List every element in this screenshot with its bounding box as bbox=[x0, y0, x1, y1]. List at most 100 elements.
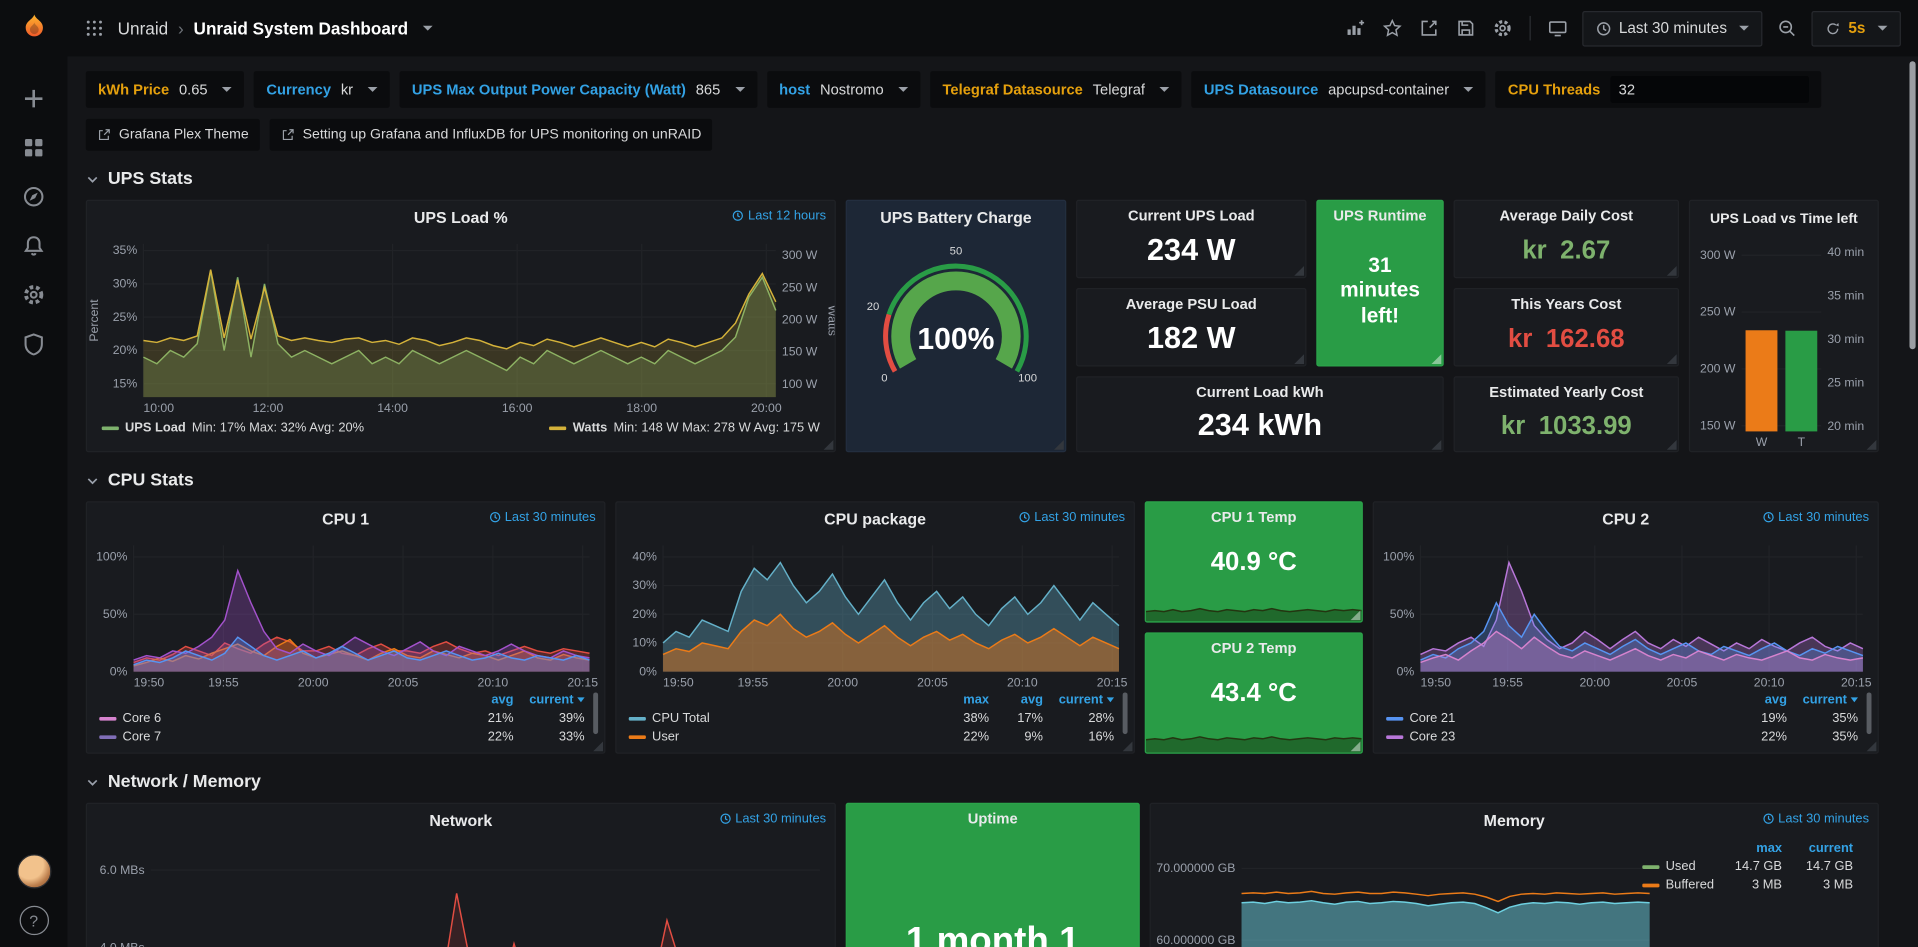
panel-cpu-package: CPU package Last 30 minutes 40%30%20%10%… bbox=[615, 501, 1135, 753]
panel-title[interactable]: UPS Battery Charge bbox=[880, 208, 1031, 226]
svg-text:19:55: 19:55 bbox=[738, 675, 769, 689]
panel-title[interactable]: Network bbox=[429, 811, 492, 829]
add-panel-icon[interactable] bbox=[1343, 16, 1368, 41]
save-icon[interactable] bbox=[1453, 16, 1478, 41]
refresh-picker[interactable]: 5s bbox=[1812, 10, 1901, 46]
legend-scrollbar[interactable] bbox=[1123, 692, 1128, 734]
legend-col-sorted[interactable]: current bbox=[1043, 692, 1114, 707]
legend-col[interactable]: current bbox=[1782, 841, 1853, 856]
user-avatar[interactable] bbox=[17, 854, 51, 888]
legend-series[interactable]: Core 6 bbox=[99, 711, 452, 726]
legend-series[interactable]: Used bbox=[1642, 859, 1720, 874]
star-icon[interactable] bbox=[1380, 16, 1405, 41]
variable-telegraf-datasource[interactable]: Telegraf Datasource Telegraf bbox=[930, 71, 1181, 108]
svg-text:70.000000 GB: 70.000000 GB bbox=[1156, 861, 1235, 875]
link-ups-monitoring-guide[interactable]: Setting up Grafana and InfluxDB for UPS … bbox=[270, 119, 713, 151]
cpu-threads-input[interactable]: 32 bbox=[1610, 76, 1809, 103]
section-cpu-stats[interactable]: CPU Stats bbox=[86, 471, 1884, 491]
svg-text:50: 50 bbox=[950, 246, 963, 258]
sort-caret-icon bbox=[577, 698, 584, 703]
legend-series[interactable]: CPU Total bbox=[629, 711, 930, 726]
svg-text:18:00: 18:00 bbox=[626, 401, 657, 415]
legend-item[interactable]: WattsMin: 148 W Max: 278 W Avg: 175 W bbox=[549, 420, 819, 435]
variable-currency[interactable]: Currency kr bbox=[254, 71, 390, 108]
ups-load-chart[interactable]: 35%30%25%20%15%300 W250 W200 W150 W100 W… bbox=[87, 237, 835, 416]
legend-series[interactable]: Core 23 bbox=[1386, 729, 1725, 744]
breadcrumb-folder[interactable]: Unraid bbox=[118, 18, 169, 38]
dropdown-caret-icon bbox=[898, 87, 908, 92]
section-ups-stats[interactable]: UPS Stats bbox=[86, 169, 1884, 189]
grafana-logo[interactable] bbox=[15, 12, 52, 49]
cpu1-chart[interactable]: 100%50%0%19:5019:5520:0020:0520:1020:15 bbox=[87, 538, 604, 690]
variable-host[interactable]: host Nostromo bbox=[767, 71, 921, 108]
memory-chart[interactable]: 70.000000 GB60.000000 GB50.000000 GB bbox=[1151, 840, 1660, 947]
apps-grid-icon[interactable] bbox=[82, 16, 107, 41]
svg-text:20:05: 20:05 bbox=[1667, 675, 1698, 689]
legend-col-sorted[interactable]: current bbox=[1787, 692, 1858, 707]
legend-series[interactable]: Core 7 bbox=[99, 729, 452, 744]
panel-memory: Memory Last 30 minutes 70.000000 GB60.00… bbox=[1150, 803, 1879, 947]
legend-col-sorted[interactable]: current bbox=[514, 692, 585, 707]
legend-item[interactable]: UPS LoadMin: 17% Max: 32% Avg: 20% bbox=[102, 420, 364, 435]
variable-kwh-price[interactable]: kWh Price 0.65 bbox=[86, 71, 245, 108]
alerting-bell-icon[interactable] bbox=[19, 230, 48, 259]
panel-title[interactable]: CPU package bbox=[824, 510, 926, 528]
dashboards-grid-icon[interactable] bbox=[19, 132, 48, 161]
legend-col[interactable]: avg bbox=[452, 692, 513, 707]
help-icon[interactable]: ? bbox=[19, 906, 48, 935]
navbar-actions: Last 30 minutes 5s bbox=[1343, 10, 1901, 46]
svg-text:250 W: 250 W bbox=[1700, 305, 1736, 319]
svg-text:0%: 0% bbox=[639, 664, 657, 678]
explore-compass-icon[interactable] bbox=[19, 181, 48, 210]
legend-col[interactable]: max bbox=[1721, 841, 1782, 856]
panel-ups-load-vs-time-left: UPS Load vs Time left 300 W250 W200 W150… bbox=[1689, 200, 1879, 452]
clock-icon bbox=[732, 210, 744, 222]
configuration-gear-icon[interactable] bbox=[19, 279, 48, 308]
legend-col[interactable]: max bbox=[930, 692, 989, 707]
tv-cycle-icon[interactable] bbox=[1545, 16, 1570, 41]
svg-text:19:50: 19:50 bbox=[134, 675, 165, 689]
svg-text:12:00: 12:00 bbox=[253, 401, 284, 415]
ups-load-vs-time-chart[interactable]: 300 W250 W200 W150 W40 min35 min30 min25… bbox=[1690, 237, 1878, 450]
time-range-picker[interactable]: Last 30 minutes bbox=[1582, 10, 1762, 46]
panel-title[interactable]: UPS Load vs Time left bbox=[1710, 212, 1858, 227]
clock-icon bbox=[1762, 813, 1774, 825]
panel-title[interactable]: Memory bbox=[1484, 811, 1545, 829]
panel-ups-battery-charge: UPS Battery Charge 0 20 50 100 100% bbox=[846, 200, 1067, 452]
legend-series[interactable]: User bbox=[629, 729, 930, 744]
legend-scrollbar[interactable] bbox=[593, 692, 598, 734]
panel-title[interactable]: CPU 1 bbox=[322, 510, 369, 528]
svg-text:20%: 20% bbox=[632, 607, 657, 621]
legend-col[interactable]: avg bbox=[989, 692, 1043, 707]
cpu-package-legend: max avg current CPU Total 38%17%28% User… bbox=[616, 690, 1133, 744]
svg-text:20:00: 20:00 bbox=[827, 675, 858, 689]
svg-text:150 W: 150 W bbox=[782, 345, 818, 359]
legend-series[interactable]: Buffered bbox=[1642, 878, 1720, 893]
page-scrollbar[interactable] bbox=[1909, 61, 1915, 349]
variable-ups-datasource[interactable]: UPS Datasource apcupsd-container bbox=[1192, 71, 1486, 108]
svg-text:19:55: 19:55 bbox=[208, 675, 239, 689]
zoom-out-icon[interactable] bbox=[1775, 16, 1800, 41]
svg-text:20:15: 20:15 bbox=[1841, 675, 1872, 689]
dashboard-title[interactable]: Unraid System Dashboard bbox=[194, 18, 409, 38]
network-chart[interactable]: 6.0 MBs4.0 MBs2.0 MBs bbox=[87, 840, 835, 947]
panel-title[interactable]: UPS Load % bbox=[414, 208, 508, 226]
cpu2-chart[interactable]: 100%50%0%19:5019:5520:0020:0520:1020:15 bbox=[1374, 538, 1878, 690]
section-network-memory[interactable]: Network / Memory bbox=[86, 772, 1884, 792]
variable-ups-max-output[interactable]: UPS Max Output Power Capacity (Watt) 865 bbox=[400, 71, 757, 108]
create-plus-icon[interactable] bbox=[19, 83, 48, 112]
link-grafana-plex-theme[interactable]: Grafana Plex Theme bbox=[86, 119, 260, 151]
legend-series[interactable]: Core 21 bbox=[1386, 711, 1725, 726]
panel-time-override: Last 30 minutes bbox=[1018, 510, 1125, 525]
legend-col[interactable]: avg bbox=[1726, 692, 1787, 707]
panel-title[interactable]: CPU 2 bbox=[1602, 510, 1649, 528]
cpu-package-chart[interactable]: 40%30%20%10%0%19:5019:5520:0020:0520:102… bbox=[616, 538, 1133, 690]
panel-time-override: Last 30 minutes bbox=[489, 510, 596, 525]
settings-gear-icon[interactable] bbox=[1490, 16, 1515, 41]
svg-text:20:00: 20:00 bbox=[751, 401, 782, 415]
svg-text:20:10: 20:10 bbox=[1007, 675, 1038, 689]
legend-scrollbar[interactable] bbox=[1867, 692, 1872, 734]
title-caret-icon[interactable] bbox=[423, 26, 433, 31]
shield-icon[interactable] bbox=[19, 328, 48, 357]
share-icon[interactable] bbox=[1417, 16, 1442, 41]
